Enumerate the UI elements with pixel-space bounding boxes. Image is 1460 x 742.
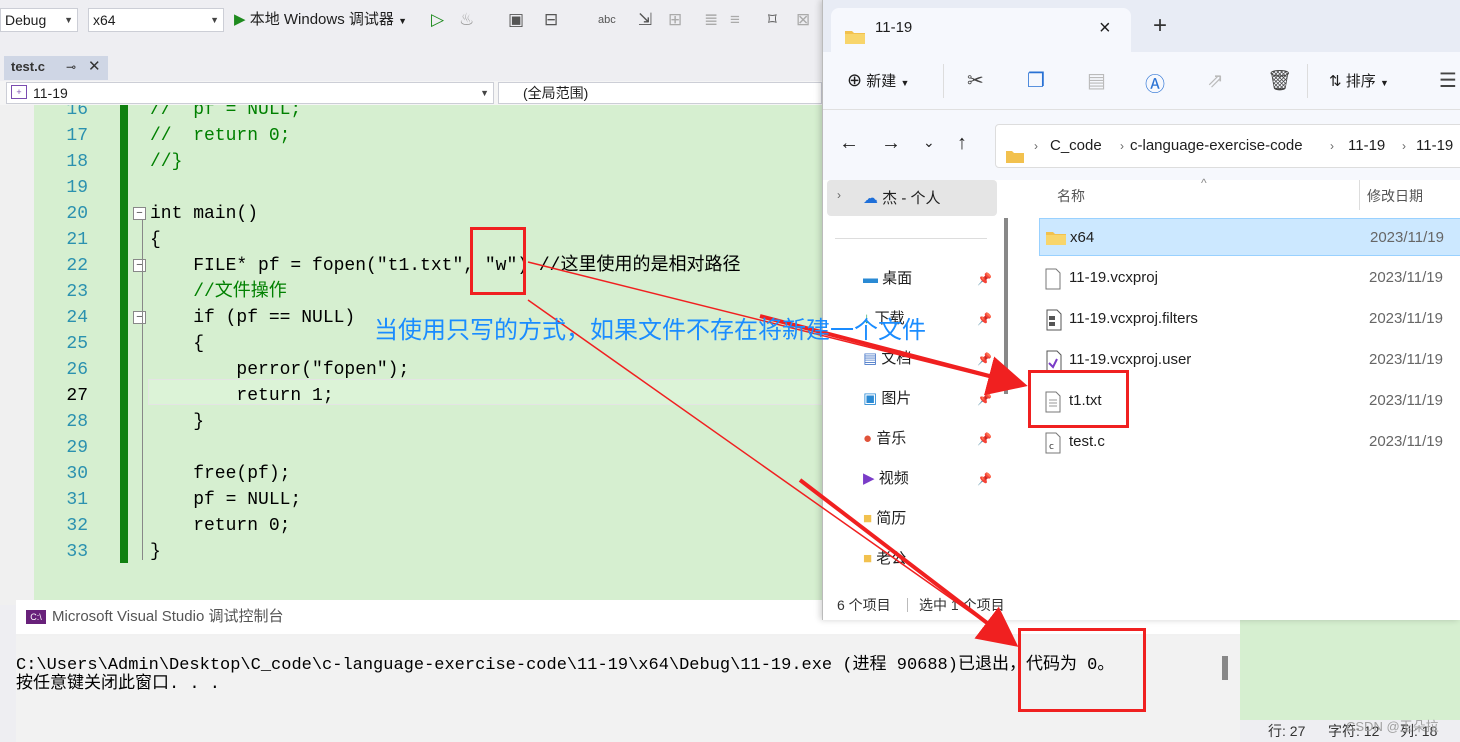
- annotation-arrows: [527, 261, 1028, 647]
- watermark: CSDN @玉朵拉: [1346, 719, 1439, 734]
- annotation-text: 当使用只写的方式，如果文件不存在将新建一个文件: [374, 317, 926, 344]
- highlight-box-exit-code: [1018, 628, 1146, 712]
- arrow-to-exit-code: [798, 478, 1019, 647]
- highlight-box-mode: [470, 227, 526, 295]
- arrow-line: [527, 299, 1011, 641]
- highlight-box-file: [1028, 370, 1129, 428]
